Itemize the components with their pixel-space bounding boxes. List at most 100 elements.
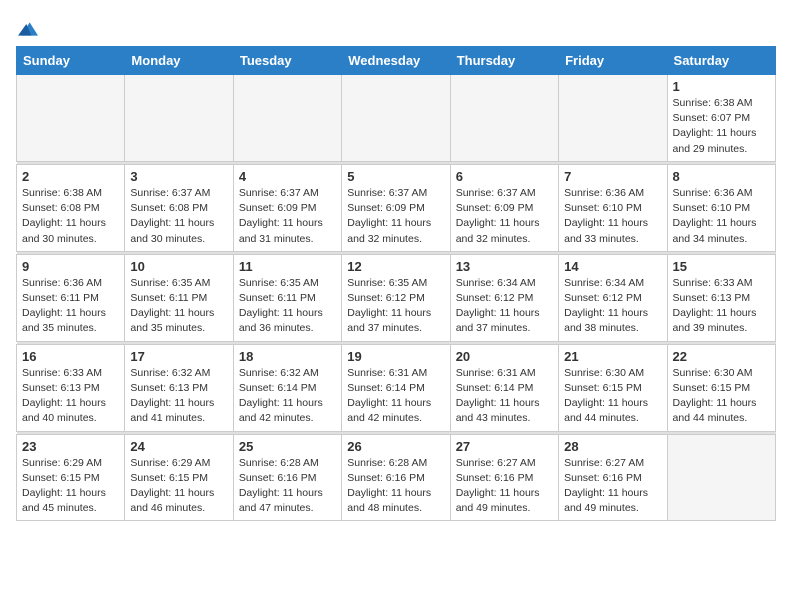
day-number: 4	[239, 169, 336, 184]
day-info: Sunrise: 6:37 AM Sunset: 6:09 PM Dayligh…	[239, 186, 336, 247]
calendar-cell: 16 Sunrise: 6:33 AM Sunset: 6:13 PM Dayli…	[17, 344, 125, 431]
calendar-cell	[125, 75, 233, 162]
calendar-cell: 2 Sunrise: 6:38 AM Sunset: 6:08 PM Daylig…	[17, 164, 125, 251]
day-number: 24	[130, 439, 227, 454]
day-number: 13	[456, 259, 553, 274]
calendar-week-row: 23 Sunrise: 6:29 AM Sunset: 6:15 PM Dayli…	[17, 434, 776, 521]
day-info: Sunrise: 6:33 AM Sunset: 6:13 PM Dayligh…	[22, 366, 119, 427]
calendar-cell: 19 Sunrise: 6:31 AM Sunset: 6:14 PM Dayli…	[342, 344, 450, 431]
day-number: 21	[564, 349, 661, 364]
calendar-cell: 17Sunrise: 6:32 AM Sunset: 6:13 PM Dayli…	[125, 344, 233, 431]
day-number: 10	[130, 259, 227, 274]
weekday-header-monday: Monday	[125, 47, 233, 75]
day-number: 8	[673, 169, 770, 184]
day-number: 16	[22, 349, 119, 364]
calendar-cell: 27 Sunrise: 6:27 AM Sunset: 6:16 PM Dayli…	[450, 434, 558, 521]
day-number: 2	[22, 169, 119, 184]
page-header	[16, 16, 776, 38]
calendar-cell: 22 Sunrise: 6:30 AM Sunset: 6:15 PM Dayli…	[667, 344, 775, 431]
day-info: Sunrise: 6:28 AM Sunset: 6:16 PM Dayligh…	[347, 456, 444, 517]
day-info: Sunrise: 6:36 AM Sunset: 6:11 PM Dayligh…	[22, 276, 119, 337]
title-block	[38, 16, 776, 18]
day-number: 15	[673, 259, 770, 274]
calendar-cell: 14 Sunrise: 6:34 AM Sunset: 6:12 PM Dayli…	[559, 254, 667, 341]
weekday-header-row: SundayMondayTuesdayWednesdayThursdayFrid…	[17, 47, 776, 75]
day-info: Sunrise: 6:37 AM Sunset: 6:09 PM Dayligh…	[456, 186, 553, 247]
day-number: 19	[347, 349, 444, 364]
weekday-header-wednesday: Wednesday	[342, 47, 450, 75]
calendar-cell: 8 Sunrise: 6:36 AM Sunset: 6:10 PM Daylig…	[667, 164, 775, 251]
day-info: Sunrise: 6:29 AM Sunset: 6:15 PM Dayligh…	[130, 456, 227, 517]
day-info: Sunrise: 6:31 AM Sunset: 6:14 PM Dayligh…	[347, 366, 444, 427]
day-number: 22	[673, 349, 770, 364]
calendar-cell	[17, 75, 125, 162]
day-number: 11	[239, 259, 336, 274]
calendar-cell: 23 Sunrise: 6:29 AM Sunset: 6:15 PM Dayli…	[17, 434, 125, 521]
calendar-cell: 26 Sunrise: 6:28 AM Sunset: 6:16 PM Dayli…	[342, 434, 450, 521]
calendar-week-row: 2 Sunrise: 6:38 AM Sunset: 6:08 PM Daylig…	[17, 164, 776, 251]
day-info: Sunrise: 6:34 AM Sunset: 6:12 PM Dayligh…	[564, 276, 661, 337]
calendar-week-row: 1 Sunrise: 6:38 AM Sunset: 6:07 PM Daylig…	[17, 75, 776, 162]
day-number: 20	[456, 349, 553, 364]
calendar-cell: 3Sunrise: 6:37 AM Sunset: 6:08 PM Daylig…	[125, 164, 233, 251]
day-number: 3	[130, 169, 227, 184]
day-number: 28	[564, 439, 661, 454]
calendar-cell	[559, 75, 667, 162]
calendar-cell	[342, 75, 450, 162]
day-info: Sunrise: 6:29 AM Sunset: 6:15 PM Dayligh…	[22, 456, 119, 517]
calendar-cell: 12Sunrise: 6:35 AM Sunset: 6:12 PM Dayli…	[342, 254, 450, 341]
day-info: Sunrise: 6:34 AM Sunset: 6:12 PM Dayligh…	[456, 276, 553, 337]
calendar-cell: 21 Sunrise: 6:30 AM Sunset: 6:15 PM Dayli…	[559, 344, 667, 431]
day-number: 5	[347, 169, 444, 184]
logo-icon	[18, 20, 38, 38]
calendar-cell: 1 Sunrise: 6:38 AM Sunset: 6:07 PM Daylig…	[667, 75, 775, 162]
day-number: 9	[22, 259, 119, 274]
day-number: 18	[239, 349, 336, 364]
day-info: Sunrise: 6:33 AM Sunset: 6:13 PM Dayligh…	[673, 276, 770, 337]
weekday-header-saturday: Saturday	[667, 47, 775, 75]
calendar-cell: 18 Sunrise: 6:32 AM Sunset: 6:14 PM Dayli…	[233, 344, 341, 431]
day-info: Sunrise: 6:37 AM Sunset: 6:09 PM Dayligh…	[347, 186, 444, 247]
calendar-cell: 13 Sunrise: 6:34 AM Sunset: 6:12 PM Dayli…	[450, 254, 558, 341]
day-info: Sunrise: 6:30 AM Sunset: 6:15 PM Dayligh…	[673, 366, 770, 427]
day-number: 1	[673, 79, 770, 94]
calendar-cell: 4 Sunrise: 6:37 AM Sunset: 6:09 PM Daylig…	[233, 164, 341, 251]
day-info: Sunrise: 6:32 AM Sunset: 6:14 PM Dayligh…	[239, 366, 336, 427]
day-info: Sunrise: 6:28 AM Sunset: 6:16 PM Dayligh…	[239, 456, 336, 517]
calendar-cell	[450, 75, 558, 162]
calendar-cell: 7Sunrise: 6:36 AM Sunset: 6:10 PM Daylig…	[559, 164, 667, 251]
day-info: Sunrise: 6:27 AM Sunset: 6:16 PM Dayligh…	[564, 456, 661, 517]
calendar-cell: 25 Sunrise: 6:28 AM Sunset: 6:16 PM Dayli…	[233, 434, 341, 521]
calendar-cell: 6 Sunrise: 6:37 AM Sunset: 6:09 PM Daylig…	[450, 164, 558, 251]
calendar-week-row: 16 Sunrise: 6:33 AM Sunset: 6:13 PM Dayli…	[17, 344, 776, 431]
calendar-cell: 9 Sunrise: 6:36 AM Sunset: 6:11 PM Daylig…	[17, 254, 125, 341]
calendar-week-row: 9 Sunrise: 6:36 AM Sunset: 6:11 PM Daylig…	[17, 254, 776, 341]
day-number: 6	[456, 169, 553, 184]
day-info: Sunrise: 6:27 AM Sunset: 6:16 PM Dayligh…	[456, 456, 553, 517]
calendar-cell: 15 Sunrise: 6:33 AM Sunset: 6:13 PM Dayli…	[667, 254, 775, 341]
day-number: 17	[130, 349, 227, 364]
day-info: Sunrise: 6:38 AM Sunset: 6:08 PM Dayligh…	[22, 186, 119, 247]
day-number: 14	[564, 259, 661, 274]
day-number: 7	[564, 169, 661, 184]
calendar-cell	[667, 434, 775, 521]
weekday-header-thursday: Thursday	[450, 47, 558, 75]
weekday-header-sunday: Sunday	[17, 47, 125, 75]
day-info: Sunrise: 6:30 AM Sunset: 6:15 PM Dayligh…	[564, 366, 661, 427]
calendar-cell	[233, 75, 341, 162]
logo	[16, 20, 38, 38]
calendar-cell: 5 Sunrise: 6:37 AM Sunset: 6:09 PM Daylig…	[342, 164, 450, 251]
weekday-header-friday: Friday	[559, 47, 667, 75]
calendar-table: SundayMondayTuesdayWednesdayThursdayFrid…	[16, 46, 776, 521]
day-number: 23	[22, 439, 119, 454]
day-number: 12	[347, 259, 444, 274]
weekday-header-tuesday: Tuesday	[233, 47, 341, 75]
day-info: Sunrise: 6:38 AM Sunset: 6:07 PM Dayligh…	[673, 96, 770, 157]
day-info: Sunrise: 6:36 AM Sunset: 6:10 PM Dayligh…	[673, 186, 770, 247]
day-number: 27	[456, 439, 553, 454]
day-number: 26	[347, 439, 444, 454]
day-info: Sunrise: 6:35 AM Sunset: 6:11 PM Dayligh…	[130, 276, 227, 337]
day-number: 25	[239, 439, 336, 454]
calendar-cell: 10 Sunrise: 6:35 AM Sunset: 6:11 PM Dayli…	[125, 254, 233, 341]
day-info: Sunrise: 6:35 AM Sunset: 6:11 PM Dayligh…	[239, 276, 336, 337]
